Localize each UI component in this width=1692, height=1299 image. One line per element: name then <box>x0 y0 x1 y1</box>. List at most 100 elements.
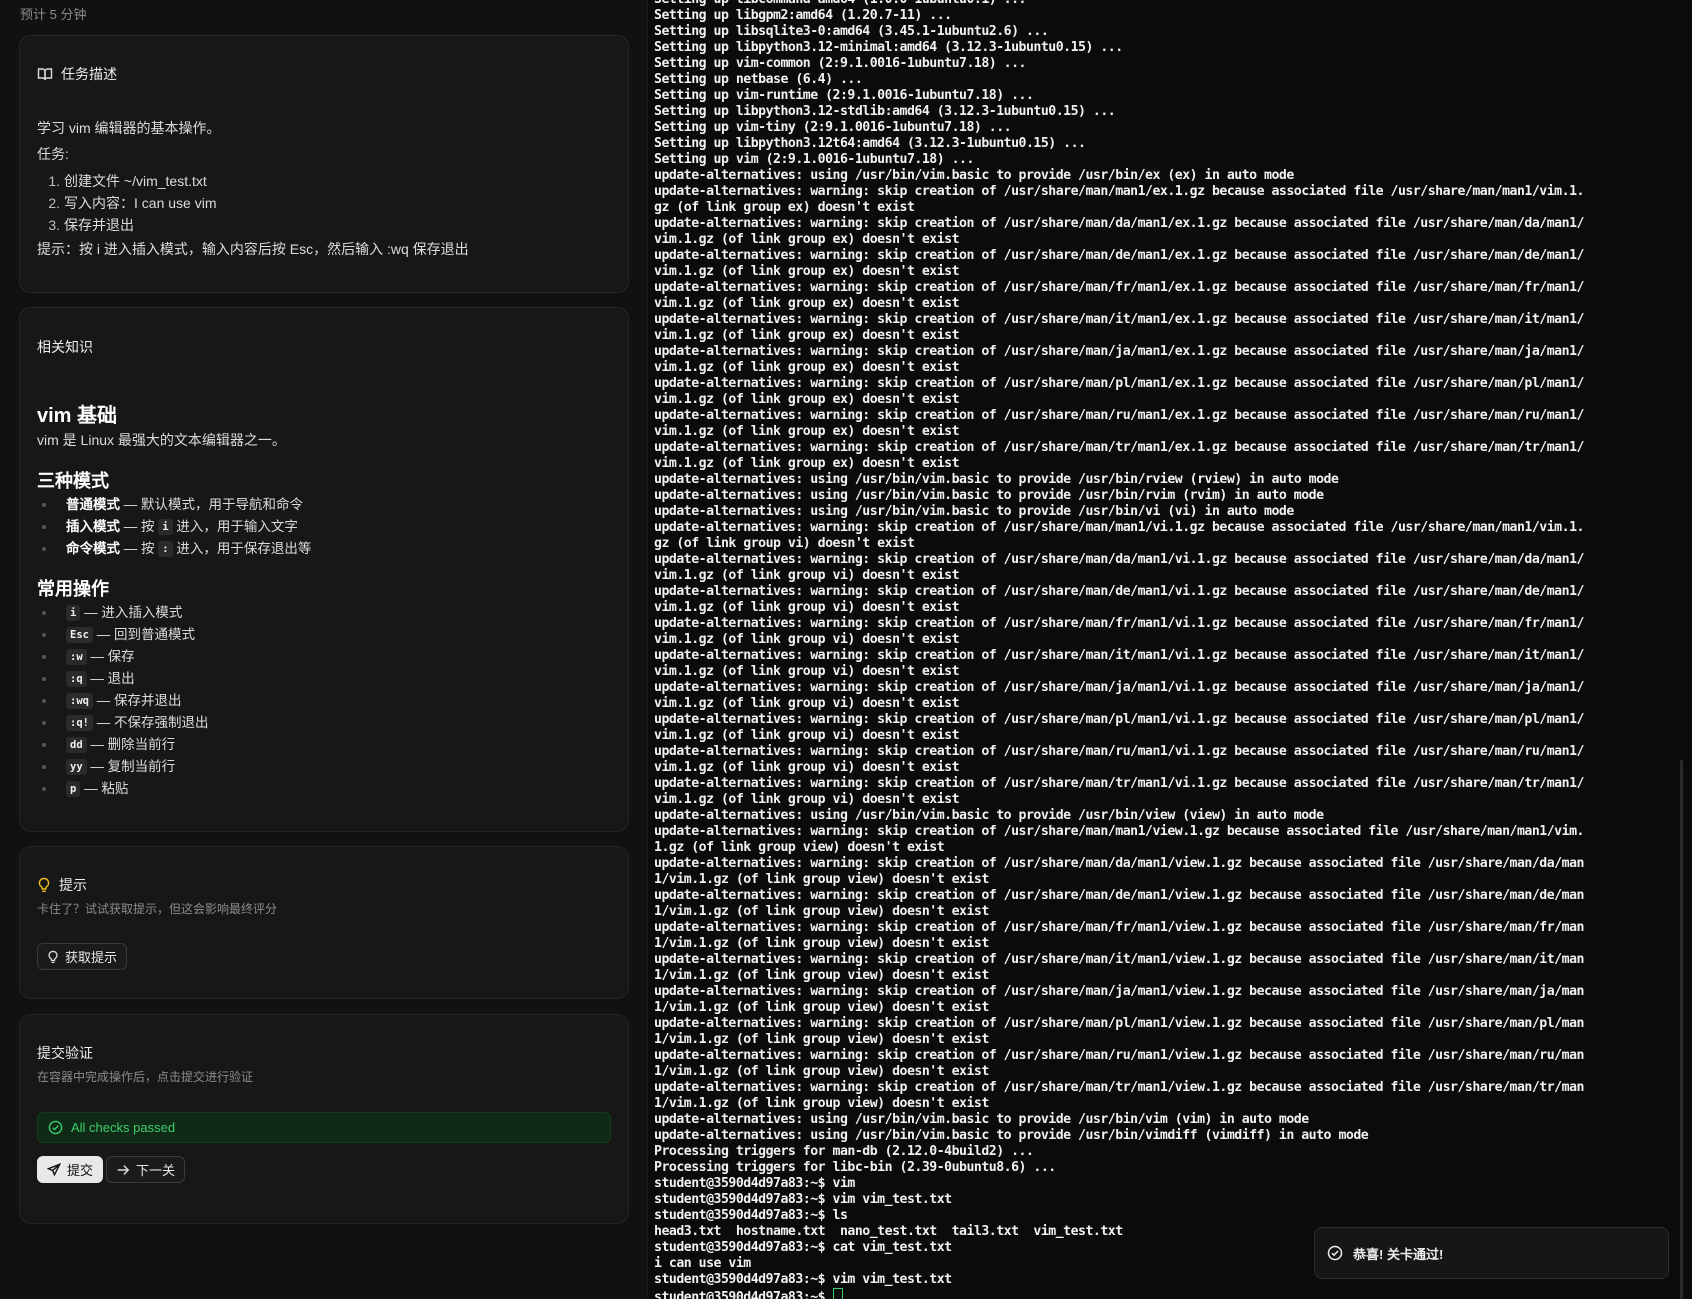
terminal-line: update-alternatives: warning: skip creat… <box>654 440 1584 455</box>
knowledge-basic-desc: vim 是 Linux 最强大的文本编辑器之一。 <box>37 432 286 448</box>
lightbulb-icon <box>37 877 51 893</box>
terminal-line: vim.1.gz (of link group vi) doesn't exis… <box>654 632 960 647</box>
submit-title: 提交验证 <box>37 1045 93 1061</box>
terminal-line: update-alternatives: warning: skip creat… <box>654 280 1584 295</box>
terminal-line: Setting up libpython3.12-minimal:amd64 (… <box>654 40 1123 55</box>
terminal-line: 1/vim.1.gz (of link group view) doesn't … <box>654 872 989 887</box>
task-step: 3. 保存并退出 <box>48 217 134 233</box>
terminal-line: update-alternatives: warning: skip creat… <box>654 648 1584 663</box>
terminal-line: gz (of link group vi) doesn't exist <box>654 536 915 551</box>
terminal-line: update-alternatives: using /usr/bin/vim.… <box>654 808 1324 823</box>
next-level-button[interactable]: 下一关 <box>106 1156 186 1183</box>
terminal-line: update-alternatives: using /usr/bin/vim.… <box>654 1128 1369 1143</box>
terminal-line: update-alternatives: warning: skip creat… <box>654 776 1584 791</box>
knowledge-heading-ops: 常用操作 <box>37 579 109 599</box>
terminal-line: update-alternatives: warning: skip creat… <box>654 216 1584 231</box>
terminal-line: update-alternatives: warning: skip creat… <box>654 744 1584 759</box>
terminal-line: update-alternatives: using /usr/bin/vim.… <box>654 488 1324 503</box>
terminal-line: vim.1.gz (of link group ex) doesn't exis… <box>654 264 960 279</box>
terminal-line: update-alternatives: warning: skip creat… <box>654 616 1584 631</box>
terminal-line: vim.1.gz (of link group ex) doesn't exis… <box>654 232 960 247</box>
terminal-line: update-alternatives: using /usr/bin/vim.… <box>654 472 1339 487</box>
key-code: i <box>66 605 81 621</box>
terminal-line: student@3590d4d97a83:~$ vim <box>654 1176 855 1191</box>
status-badge: All checks passed <box>37 1112 611 1143</box>
submit-button[interactable]: 提交 <box>37 1156 104 1183</box>
task-step: 2. 写入内容：I can use vim <box>48 195 217 211</box>
key-code: dd <box>66 737 87 753</box>
terminal-line: update-alternatives: warning: skip creat… <box>654 1016 1584 1031</box>
task-step: 1. 创建文件 ~/vim_test.txt <box>48 173 207 189</box>
terminal-line: vim.1.gz (of link group vi) doesn't exis… <box>654 728 960 743</box>
terminal-scrollbar[interactable] <box>1680 760 1683 1299</box>
arrow-right-icon <box>116 1163 130 1177</box>
terminal-line: student@3590d4d97a83:~$ ls <box>654 1208 848 1223</box>
hints-subtitle: 卡住了？试试获取提示，但这会影响最终评分 <box>37 902 278 916</box>
terminal-line: update-alternatives: warning: skip creat… <box>654 1048 1584 1063</box>
terminal-line: 1/vim.1.gz (of link group view) doesn't … <box>654 1032 989 1047</box>
list-item: 命令模式 — 按 : 进入，用于保存退出等 <box>41 538 311 560</box>
terminal-line: 1/vim.1.gz (of link group view) doesn't … <box>654 1096 989 1111</box>
get-hint-button[interactable]: 获取提示 <box>37 943 128 970</box>
terminal-line: vim.1.gz (of link group ex) doesn't exis… <box>654 456 960 471</box>
terminal-line: Setting up vim-common (2:9.1.0016-1ubunt… <box>654 56 1026 71</box>
terminal-line: Setting up netbase (6.4) ... <box>654 72 863 87</box>
terminal-line: update-alternatives: warning: skip creat… <box>654 344 1584 359</box>
submit-card: 提交验证 在容器中完成操作后，点击提交进行验证 All checks passe… <box>19 1014 629 1224</box>
terminal-line: update-alternatives: warning: skip creat… <box>654 584 1584 599</box>
modes-list: 普通模式 — 默认模式，用于导航和命令 插入模式 — 按 i 进入，用于输入文字… <box>41 494 311 560</box>
task-panel: 预计 5 分钟 任务描述 学习 vim 编辑器的基本操作。 任务: 1. 创建文件… <box>0 0 647 1299</box>
terminal-line: 1/vim.1.gz (of link group view) doesn't … <box>654 1000 989 1015</box>
terminal-line: update-alternatives: warning: skip creat… <box>654 984 1584 999</box>
terminal-line: vim.1.gz (of link group ex) doesn't exis… <box>654 296 960 311</box>
terminal-line: Setting up libcommand-amd64 (1.0.0-1ubun… <box>654 0 1678 8</box>
terminal-line: update-alternatives: warning: skip creat… <box>654 920 1584 935</box>
terminal-line: Setting up libpython3.12-stdlib:amd64 (3… <box>654 104 1116 119</box>
book-icon <box>37 66 53 82</box>
key-code: : <box>158 541 173 557</box>
terminal-line: update-alternatives: warning: skip creat… <box>654 408 1584 423</box>
list-item: :q — 退出 <box>41 668 208 690</box>
task-card-title: 任务描述 <box>37 64 117 84</box>
terminal-line: update-alternatives: warning: skip creat… <box>654 888 1584 903</box>
terminal-line: update-alternatives: warning: skip creat… <box>654 552 1584 567</box>
key-code: p <box>66 781 81 797</box>
success-toast: 恭喜! 关卡通过! <box>1314 1227 1669 1279</box>
terminal-line: vim.1.gz (of link group ex) doesn't exis… <box>654 328 960 343</box>
terminal-cursor <box>832 1288 843 1299</box>
task-label: 任务: <box>37 146 69 162</box>
terminal-line: update-alternatives: warning: skip creat… <box>654 680 1584 695</box>
hints-card: 提示 卡住了？试试获取提示，但这会影响最终评分 获取提示 <box>19 846 629 999</box>
terminal-line: Processing triggers for man-db (2.12.0-4… <box>654 1144 1034 1159</box>
terminal-line: update-alternatives: warning: skip creat… <box>654 376 1584 391</box>
terminal-line: 1/vim.1.gz (of link group view) doesn't … <box>654 1064 989 1079</box>
terminal-line: update-alternatives: warning: skip creat… <box>654 952 1584 967</box>
key-code: :wq <box>66 693 93 709</box>
terminal-line: vim.1.gz (of link group ex) doesn't exis… <box>654 424 960 439</box>
terminal-line: update-alternatives: warning: skip creat… <box>654 824 1584 839</box>
terminal-line: vim.1.gz (of link group vi) doesn't exis… <box>654 600 960 615</box>
terminal-line: Setting up libpython3.12t64:amd64 (3.12.… <box>654 136 1086 151</box>
terminal-line: Setting up vim-tiny (2:9.1.0016-1ubuntu7… <box>654 120 1012 135</box>
terminal-line: vim.1.gz (of link group vi) doesn't exis… <box>654 760 960 775</box>
terminal-line: gz (of link group ex) doesn't exist <box>654 200 915 215</box>
terminal-line: update-alternatives: using /usr/bin/vim.… <box>654 168 1294 183</box>
panel-divider[interactable] <box>647 0 648 1299</box>
knowledge-card: 相关知识 vim 基础 vim 是 Linux 最强大的文本编辑器之一。 三种模… <box>19 307 629 832</box>
task-steps: 1. 创建文件 ~/vim_test.txt 2. 写入内容：I can use v… <box>48 170 217 236</box>
list-item: Esc — 回到普通模式 <box>41 624 208 646</box>
ops-list: i — 进入插入模式 Esc — 回到普通模式 :w — 保存 :q — 退出 … <box>41 602 208 800</box>
terminal-prompt-line: student@3590d4d97a83:~$ <box>654 1288 1678 1299</box>
key-code: :q! <box>66 715 93 731</box>
check-circle-icon <box>48 1120 63 1135</box>
terminal-line: Setting up libgpm2:amd64 (1.20.7-11) ... <box>654 8 952 23</box>
terminal-line: 1.gz (of link group view) doesn't exist <box>654 840 945 855</box>
time-estimate: 预计 5 分钟 <box>20 7 87 22</box>
terminal[interactable]: Setting up libcommand-amd64 (1.0.0-1ubun… <box>654 0 1678 1299</box>
terminal-line: update-alternatives: warning: skip creat… <box>654 712 1584 727</box>
terminal-line: Setting up libsqlite3-0:amd64 (3.45.1-1u… <box>654 24 1049 39</box>
task-hint-text: 提示：按 i 进入插入模式，输入内容后按 Esc，然后输入 :wq 保存退出 <box>37 241 469 257</box>
lightbulb-icon <box>47 950 59 964</box>
key-code: i <box>158 519 173 535</box>
terminal-line: update-alternatives: using /usr/bin/vim.… <box>654 1112 1309 1127</box>
